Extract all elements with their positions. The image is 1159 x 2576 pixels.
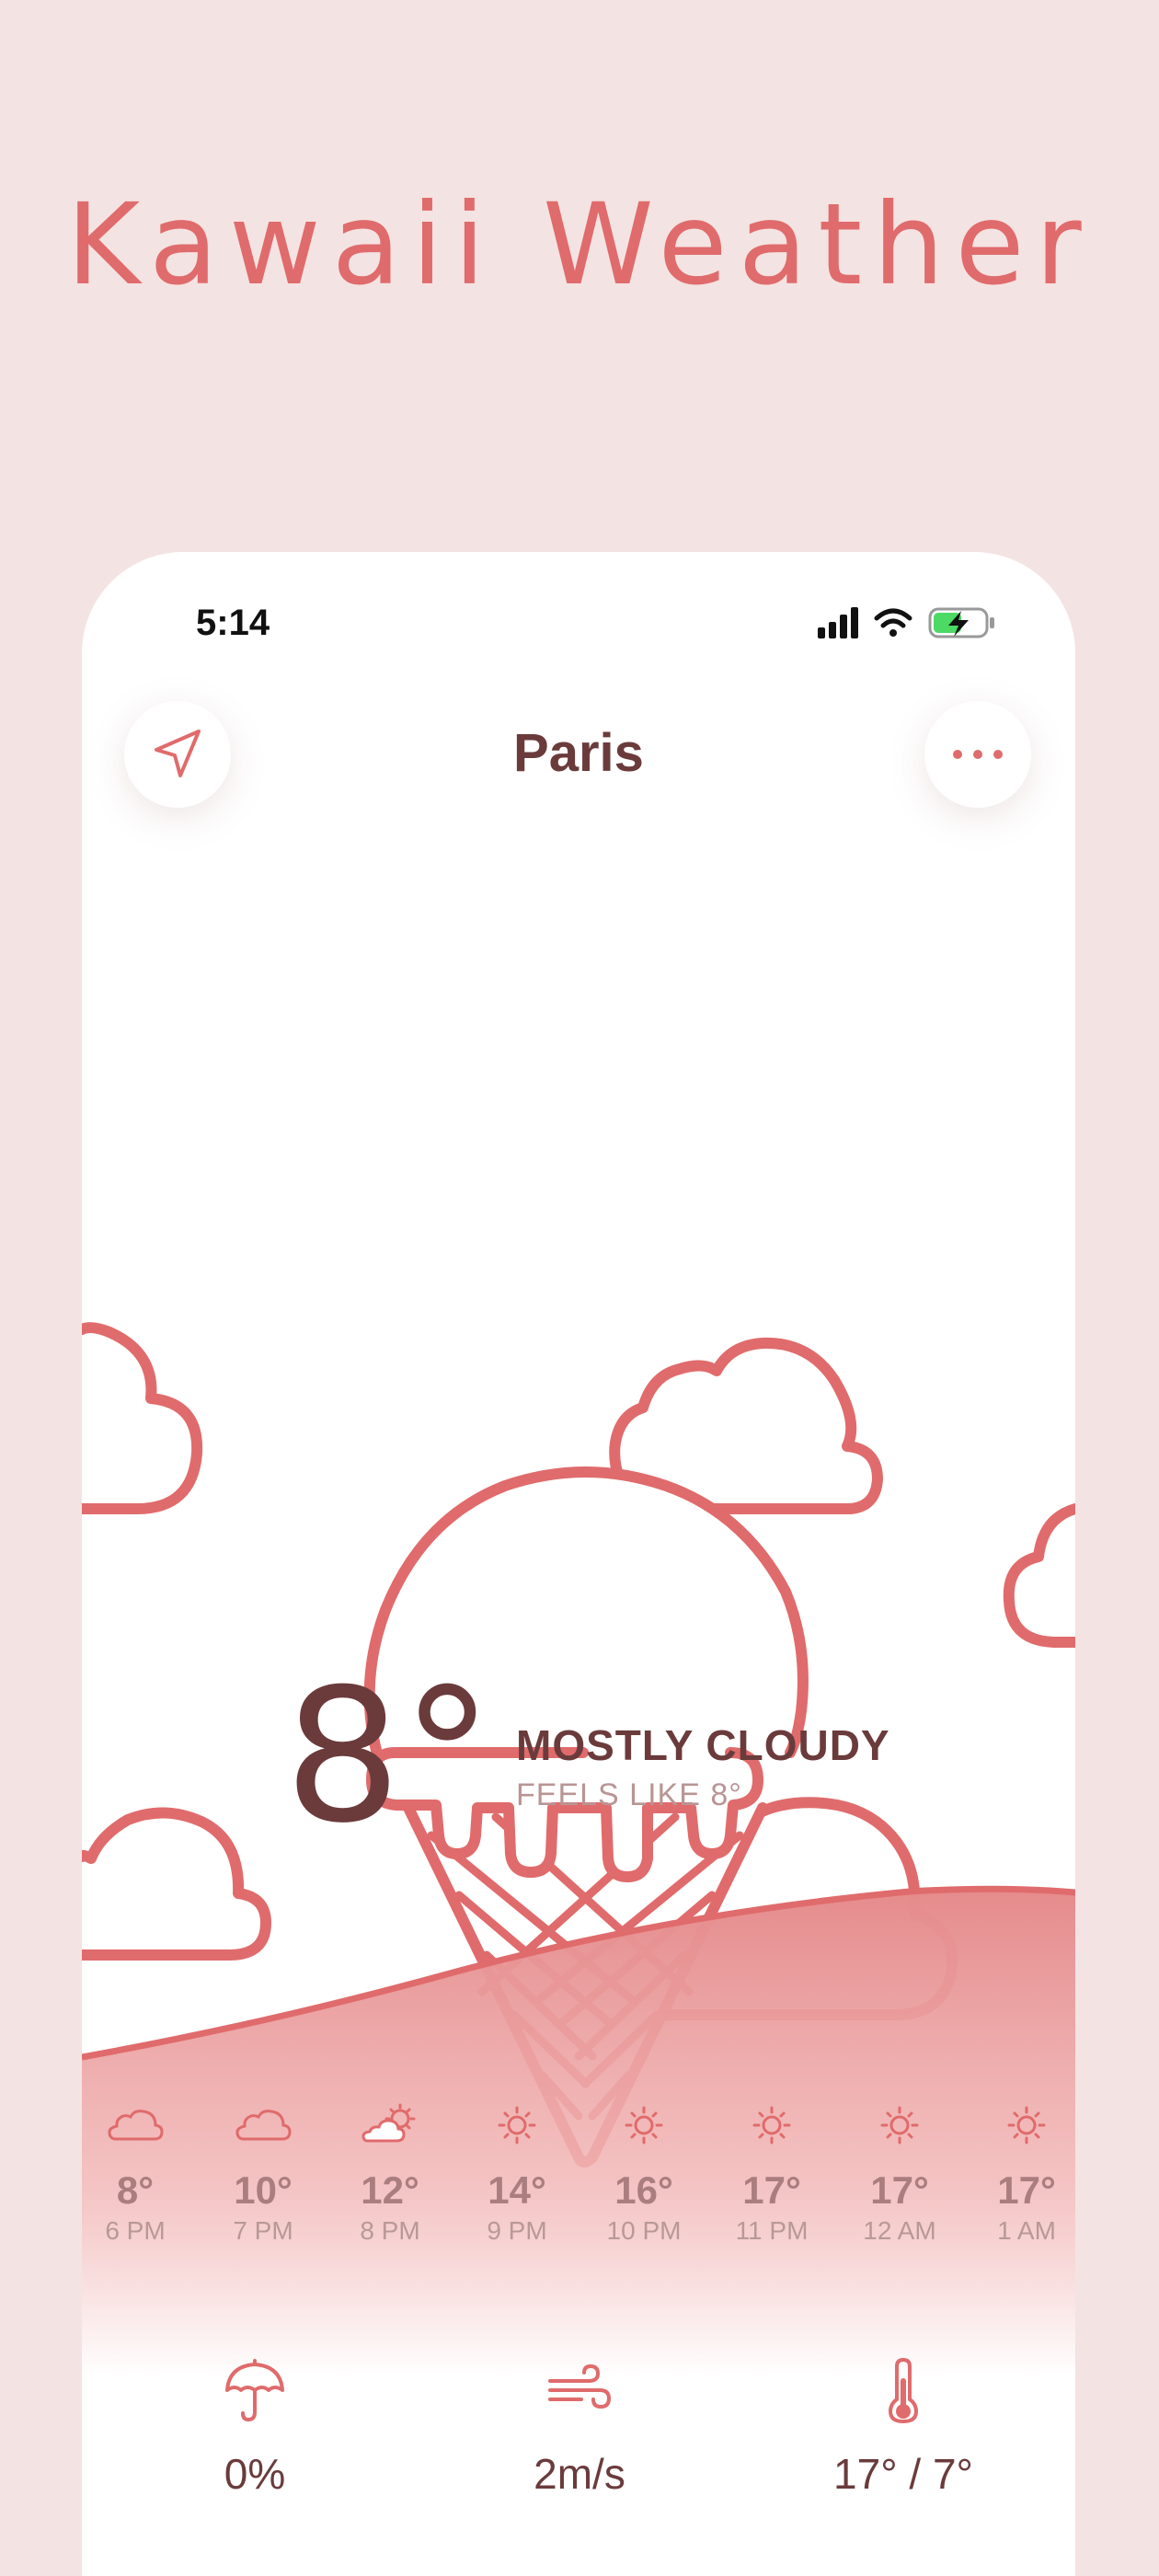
hourly-time: 12 AM [863,2216,936,2245]
hourly-item: 17° 1 AM [962,2102,1075,2246]
stats-row: 0% 2m/s 17° / 7° [82,2355,1075,2539]
hourly-time: 7 PM [233,2216,293,2245]
wind-icon [548,2363,612,2409]
city-name: Paris [513,723,644,783]
cloud-icon [108,2110,164,2141]
hourly-item: 14° 9 PM [453,2102,581,2246]
hourly-time: 6 PM [105,2216,166,2245]
sun-icon [752,2106,791,2145]
sun-icon [880,2106,919,2145]
hourly-temp: 10° [234,2168,293,2212]
partly-sunny-icon [361,2103,416,2143]
precipitation-value: 0% [224,2450,286,2498]
cloud-shape [82,1322,203,1514]
precipitation-stat: 0% [108,2355,402,2499]
hourly-item: 10° 7 PM [199,2102,327,2246]
hourly-time: 8 PM [360,2216,420,2245]
sun-icon [1007,2106,1046,2145]
cloud-icon [235,2110,292,2141]
hourly-item: 17° 11 PM [707,2102,836,2246]
cellular-signal-icon [818,607,858,638]
hourly-time: 9 PM [487,2216,547,2245]
hourly-temp: 17° [870,2168,929,2212]
hourly-temp: 17° [742,2168,801,2212]
temp-range-value: 17° / 7° [833,2450,973,2498]
hourly-temp: 17° [997,2168,1056,2212]
phone-screen: 5:14 Paris 8° MOSTLY CLOUDY FEELS LIKE 8… [82,552,1075,2576]
wifi-icon [874,608,912,637]
hourly-item: 16° 10 PM [580,2102,708,2246]
thermometer-icon [888,2357,919,2424]
status-icons [818,607,994,638]
condition-label: MOSTLY CLOUDY [516,1721,890,1769]
feels-like-label: FEELS LIKE 8° [516,1777,742,1812]
hourly-forecast: 8° 6 PM 10° 7 PM 12° 8 PM 14° 9 PM 16° 1… [82,2102,1075,2268]
app-title: Kawaii Weather [66,179,1093,310]
temp-range-stat: 17° / 7° [756,2355,1050,2499]
wind-stat: 2m/s [432,2355,727,2499]
hourly-item: 17° 12 AM [835,2102,964,2246]
umbrella-icon [225,2359,284,2421]
wind-value: 2m/s [534,2450,625,2498]
hourly-time: 1 AM [997,2216,1056,2245]
hourly-time: 11 PM [735,2216,809,2245]
current-temperature: 8° [284,1650,494,1864]
sun-icon [498,2106,536,2145]
hourly-temp: 12° [361,2168,419,2212]
battery-charging-icon [928,607,994,638]
hourly-temp: 8° [116,2168,155,2212]
hourly-temp: 16° [614,2168,673,2212]
hourly-item: 8° 6 PM [82,2102,200,2246]
status-time: 5:14 [196,603,270,643]
sun-icon [625,2106,663,2145]
hourly-item: 12° 8 PM [326,2102,454,2246]
cloud-shape [1003,1503,1075,1648]
hourly-time: 10 PM [606,2216,682,2245]
hourly-temp: 14° [488,2168,546,2212]
